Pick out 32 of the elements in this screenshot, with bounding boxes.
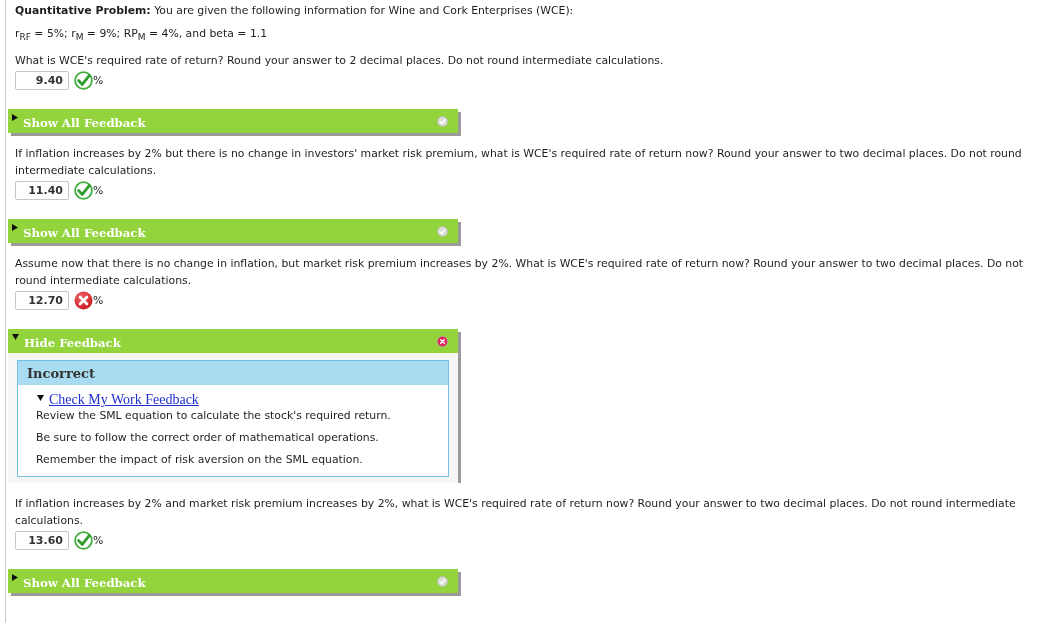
- question-text: If inflation increases by 2% and market risk premium increases by 2%, what is WCE's required rate of return now? Round your answer to two decimal places. Do not round intermediate calculations.: [15, 496, 1017, 530]
- feedback-toggle-label[interactable]: Show All Feedback: [23, 225, 146, 240]
- feedback-bar[interactable]: Show All Feedback: [8, 109, 458, 134]
- collapse-triangle-icon[interactable]: [12, 334, 19, 341]
- feedback-bar[interactable]: Show All Feedback: [8, 219, 458, 244]
- expand-triangle-icon[interactable]: [12, 224, 18, 232]
- expand-triangle-icon[interactable]: [12, 114, 18, 122]
- feedback-toggle-label[interactable]: Show All Feedback: [23, 575, 146, 590]
- question-text: Assume now that there is no change in inflation, but market risk premium increases by 2%. What is WCE's required rate of return now? Round your answer to two decimal places. Do not round intermediate calculations.: [15, 256, 1025, 290]
- question-text: What is WCE's required rate of return? Round your answer to 2 decimal places. Do not round intermediate calculations.: [15, 53, 665, 70]
- answer-field[interactable]: 12.70: [15, 290, 69, 310]
- answer-field[interactable]: 13.60: [15, 530, 69, 550]
- feedback-bar[interactable]: Hide Feedback: [8, 329, 458, 354]
- answer-field[interactable]: 11.40: [15, 180, 69, 200]
- feedback-toggle-label[interactable]: Show All Feedback: [23, 115, 146, 130]
- answer-field[interactable]: 9.40: [15, 70, 69, 90]
- question-text: If inflation increases by 2% but there is no change in investors' market risk premium, what is WCE's required rate of return now? Round your answer to two decimal places. Do not round intermediate calculations.: [15, 146, 1023, 180]
- feedback-toggle-label[interactable]: Hide Feedback: [24, 335, 121, 350]
- feedback-bar[interactable]: Show All Feedback: [8, 569, 458, 594]
- feedback-text: Be sure to follow the correct order of mathematical operations.: [36, 430, 380, 446]
- problem-title: Quantitative Problem: You are given the following information for Wine and Cork Enterprises (WCE):: [15, 3, 575, 19]
- unit-label: %: [93, 73, 104, 87]
- feedback-text: Remember the impact of risk aversion on the SML equation.: [36, 452, 364, 468]
- feedback-heading: Incorrect: [18, 361, 448, 386]
- expand-triangle-icon[interactable]: [12, 574, 18, 582]
- feedback-link[interactable]: Check My Work Feedback: [49, 392, 199, 409]
- feedback-text: Review the SML equation to calculate the stock's required return.: [36, 408, 392, 424]
- given-values: r$_{RF}$ = 5%; r$_{M}$ = 9%; RP$_{M}$ = 4%, and beta = 1.1: [15, 26, 269, 45]
- unit-label: %: [93, 533, 104, 547]
- unit-label: %: [93, 183, 104, 197]
- unit-label: %: [93, 293, 104, 307]
- collapse-triangle-icon[interactable]: [37, 395, 44, 402]
